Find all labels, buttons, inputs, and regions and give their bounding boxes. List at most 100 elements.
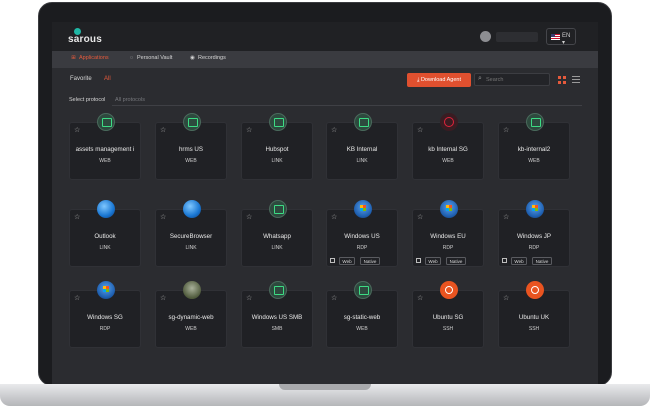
protocol-label: Select protocol (69, 97, 106, 103)
grid-view-icon[interactable] (558, 76, 566, 84)
favorite-star-icon[interactable]: ☆ (503, 295, 509, 302)
app-protocol: RDP (99, 326, 111, 332)
favorite-star-icon[interactable]: ☆ (417, 127, 423, 134)
tab-personal-vault[interactable]: ◌ Personal Vault (128, 55, 173, 61)
search-input[interactable] (486, 75, 546, 84)
windows-icon (526, 200, 544, 218)
launch-native-button[interactable]: Native (446, 257, 466, 265)
globe-icon (97, 200, 115, 218)
app-protocol: RDP (356, 245, 368, 251)
app-name: Windows SG (87, 314, 123, 321)
schedule-icon[interactable] (416, 258, 421, 263)
photo-icon (183, 281, 201, 299)
filter-favorite[interactable]: Favorite (70, 76, 92, 82)
favorite-star-icon[interactable]: ☆ (331, 214, 337, 221)
windows-icon (440, 200, 458, 218)
schedule-icon[interactable] (502, 258, 507, 263)
app-name: hrms US (178, 146, 204, 153)
favorite-star-icon[interactable]: ☆ (74, 295, 80, 302)
app-actions: Web Native (330, 257, 396, 265)
app-name: Windows EU (430, 233, 466, 240)
app-name: KB Internal (346, 146, 378, 153)
windows-icon (354, 200, 372, 218)
app-protocol: LINK (99, 245, 111, 251)
app-card[interactable]: ☆ Windows US SMB SMB (241, 281, 313, 348)
app-card[interactable]: ☆ kb Internal SG WEB (412, 113, 484, 180)
app-protocol: LINK (271, 245, 283, 251)
app-name: SecureBrowser (169, 233, 213, 240)
app-card[interactable]: ☆ hrms US WEB (155, 113, 227, 180)
tab-applications[interactable]: ⊞ Applications (70, 55, 108, 61)
favorite-star-icon[interactable]: ☆ (417, 214, 423, 221)
language-label: EN ▾ (562, 33, 571, 46)
favorite-star-icon[interactable]: ☆ (160, 127, 166, 134)
search-icon: ⌕ (478, 75, 482, 82)
tab-recordings[interactable]: ◉ Recordings (189, 55, 226, 61)
protocol-filter: Select protocol All protocols (52, 92, 598, 108)
download-agent-button[interactable]: ⤓ Download Agent (407, 73, 471, 87)
protocol-select[interactable]: All protocols (112, 94, 582, 106)
app-protocol: LINK (356, 158, 368, 164)
user-avatar[interactable] (480, 31, 491, 42)
app-name: sg-dynamic-web (168, 314, 214, 321)
top-bar: sarous EN ▾ (52, 22, 598, 51)
favorite-star-icon[interactable]: ☆ (331, 127, 337, 134)
favorite-star-icon[interactable]: ☆ (503, 127, 509, 134)
filter-all[interactable]: All (104, 76, 111, 82)
favorite-star-icon[interactable]: ☆ (246, 127, 252, 134)
language-selector[interactable]: EN ▾ (546, 28, 576, 46)
favorite-star-icon[interactable]: ☆ (74, 127, 80, 134)
app-actions: Web Native (416, 257, 482, 265)
app-card[interactable]: ☆ sg-static-web WEB (326, 281, 398, 348)
favorite-star-icon[interactable]: ☆ (160, 295, 166, 302)
app-card[interactable]: ☆ kb-internal2 WEB (498, 113, 570, 180)
app-name: kb-internal2 (517, 146, 551, 153)
favorite-star-icon[interactable]: ☆ (417, 295, 423, 302)
app-card[interactable]: ☆ Windows SG RDP (69, 281, 141, 348)
app-protocol: WEB (99, 158, 111, 164)
heart-logo-icon (440, 113, 458, 131)
web-app-icon (354, 281, 372, 299)
search-box: ⌕ (474, 73, 550, 86)
app-protocol: RDP (528, 245, 540, 251)
app-card[interactable]: ☆ Outlook LINK (69, 200, 141, 267)
laptop-notch (279, 384, 371, 390)
launch-native-button[interactable]: Native (532, 257, 552, 265)
app-protocol: WEB (528, 158, 540, 164)
app-actions: Web Native (502, 257, 568, 265)
app-card[interactable]: ☆ Windows EU RDP Web Native (412, 200, 484, 267)
launch-web-button[interactable]: Web (511, 257, 527, 265)
web-app-icon (354, 113, 372, 131)
favorite-star-icon[interactable]: ☆ (74, 214, 80, 221)
app-card[interactable]: ☆ assets management i WEB (69, 113, 141, 180)
favorite-star-icon[interactable]: ☆ (331, 295, 337, 302)
favorite-star-icon[interactable]: ☆ (246, 295, 252, 302)
app-protocol: WEB (356, 326, 368, 332)
app-name: Ubuntu SG (432, 314, 464, 321)
app-card[interactable]: ☆ Windows JP RDP Web Native (498, 200, 570, 267)
list-view-icon[interactable] (572, 76, 580, 84)
grid-icon: ⊞ (71, 55, 76, 61)
app-card[interactable]: ☆ sg-dynamic-web WEB (155, 281, 227, 348)
web-app-icon (269, 113, 287, 131)
schedule-icon[interactable] (330, 258, 335, 263)
app-card[interactable]: ☆ Ubuntu UK SSH (498, 281, 570, 348)
app-card[interactable]: ☆ Ubuntu SG SSH (412, 281, 484, 348)
favorite-star-icon[interactable]: ☆ (503, 214, 509, 221)
launch-native-button[interactable]: Native (360, 257, 380, 265)
web-app-icon (269, 200, 287, 218)
user-name-redacted (496, 32, 538, 42)
app-protocol: SSH (442, 326, 454, 332)
launch-web-button[interactable]: Web (425, 257, 441, 265)
windows-icon (97, 281, 115, 299)
app-card[interactable]: ☆ SecureBrowser LINK (155, 200, 227, 267)
app-card[interactable]: ☆ Whatsapp LINK (241, 200, 313, 267)
app-card[interactable]: ☆ Windows US RDP Web Native (326, 200, 398, 267)
launch-web-button[interactable]: Web (339, 257, 355, 265)
favorite-star-icon[interactable]: ☆ (160, 214, 166, 221)
main-nav: ⊞ Applications ◌ Personal Vault ◉ Recording… (52, 51, 598, 68)
app-card[interactable]: ☆ KB Internal LINK (326, 113, 398, 180)
app-card[interactable]: ☆ Hubspot LINK (241, 113, 313, 180)
favorite-star-icon[interactable]: ☆ (246, 214, 252, 221)
app-name: Windows US (344, 233, 380, 240)
